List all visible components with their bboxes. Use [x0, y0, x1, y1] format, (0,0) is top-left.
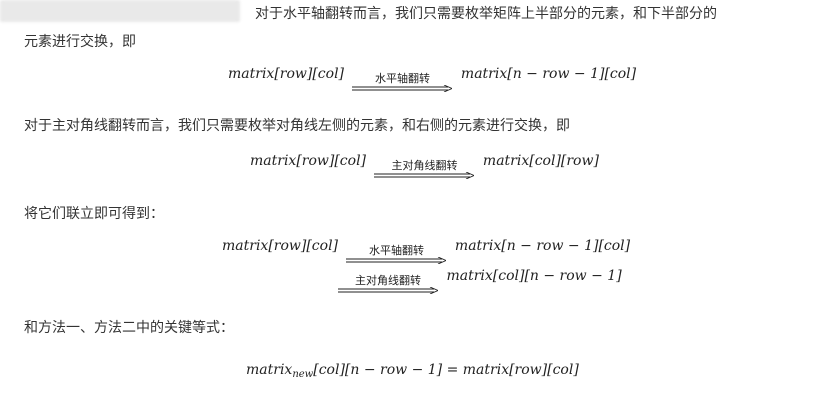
long-double-arrow-icon: 水平轴翻转 — [352, 72, 453, 92]
equation-lhs-index: [col][n − row − 1] — [313, 362, 443, 378]
equation-lhs: matrix[row][col] — [222, 238, 339, 254]
redacted-block — [0, 0, 240, 22]
equation-lhs: matrix[row][col] — [250, 153, 367, 169]
equation-rhs: matrix[row][col] — [462, 362, 579, 378]
long-double-arrow-icon: 主对角线翻转 — [338, 275, 438, 294]
equation-rhs: matrix[col][n − row − 1] — [446, 268, 622, 284]
arrow-label: 主对角线翻转 — [355, 274, 421, 287]
long-double-arrow-icon: 主对角线翻转 — [374, 159, 475, 179]
paragraph-combine: 将它们联立即可得到： — [24, 202, 793, 226]
paragraph-diagonal-flip: 对于主对角线翻转而言，我们只需要枚举对角线左侧的元素，和右侧的元素进行交换，即 — [24, 114, 793, 138]
equation-diagonal-flip: matrix[row][col] 主对角线翻转 matrix[col][row] — [250, 153, 599, 179]
equation-rhs: matrix[n − row − 1][col] — [454, 238, 631, 254]
arrow-label: 水平轴翻转 — [374, 72, 430, 85]
paragraph-horizontal-flip: 对于水平轴翻转而言，我们只需要枚举矩阵上半部分的元素，和下半部分的 — [255, 2, 717, 26]
paragraph-text: 对于主对角线翻转而言，我们只需要枚举对角线左侧的元素，和右侧的元素进行交换，即 — [24, 118, 570, 134]
equals-sign: = — [446, 362, 459, 378]
paragraph-horizontal-flip-cont: 元素进行交换，即 — [24, 30, 793, 54]
equation-key: matrixnew[col][n − row − 1] = matrix[row… — [246, 362, 579, 380]
long-double-arrow-icon: 水平轴翻转 — [346, 244, 447, 264]
arrow-label: 主对角线翻转 — [391, 159, 458, 172]
equation-rhs: matrix[col][row] — [482, 153, 599, 169]
equation-combined-line1: matrix[row][col] 水平轴翻转 matrix[n − row − … — [222, 238, 630, 264]
paragraph-text: 和方法一、方法二中的关键等式： — [24, 320, 234, 336]
arrow-label: 水平轴翻转 — [368, 244, 424, 257]
paragraph-text: 元素进行交换，即 — [24, 34, 136, 50]
equation-rhs: matrix[n − row − 1][col] — [460, 66, 637, 82]
equation-combined-line2: 主对角线翻转 matrix[col][n − row − 1] — [334, 268, 622, 294]
equation-lhs: matrix[row][col] — [228, 66, 345, 82]
paragraph-text: 对于水平轴翻转而言，我们只需要枚举矩阵上半部分的元素，和下半部分的 — [255, 6, 717, 22]
equation-lhs-base: matrix — [246, 362, 293, 378]
paragraph-key-equation: 和方法一、方法二中的关键等式： — [24, 316, 793, 340]
paragraph-text: 将它们联立即可得到： — [24, 206, 164, 222]
equation-horizontal-flip: matrix[row][col] 水平轴翻转 matrix[n − row − … — [228, 66, 636, 92]
equation-lhs-subscript: new — [292, 369, 314, 380]
